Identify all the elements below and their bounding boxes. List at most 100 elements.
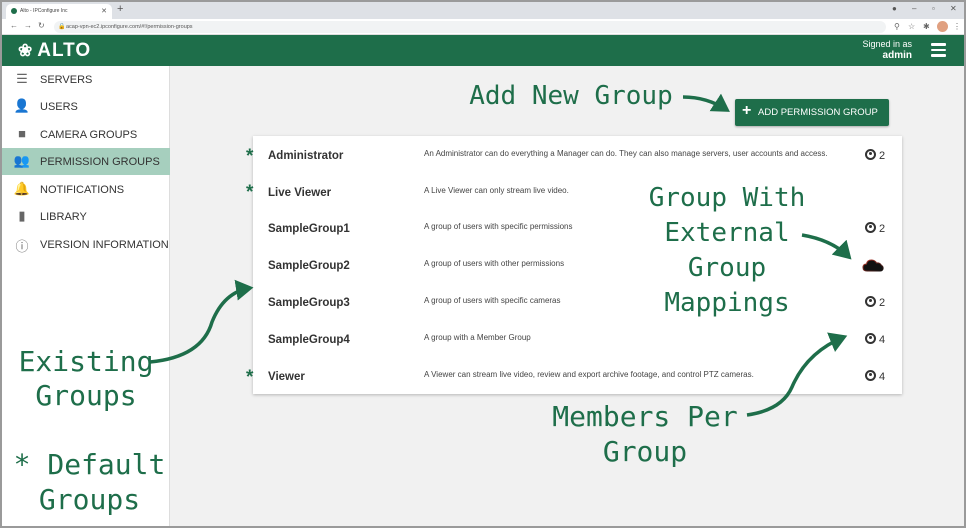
- members-icon: [865, 296, 876, 307]
- sidebar-item-label: LIBRARY: [40, 211, 87, 223]
- annotation-default-groups: * Default Groups: [12, 447, 167, 517]
- reload-icon[interactable]: ↻: [38, 21, 45, 30]
- group-name: SampleGroup1: [268, 223, 350, 235]
- browser-menu-icon[interactable]: ⋮: [953, 22, 961, 31]
- extension-icon[interactable]: ●: [892, 4, 897, 13]
- annotation-line: External: [664, 218, 790, 248]
- minimize-icon[interactable]: –: [912, 4, 916, 13]
- user-icon: 👤: [13, 98, 31, 113]
- sidebar-item-label: PERMISSION GROUPS: [40, 156, 160, 168]
- group-name: Live Viewer: [268, 187, 332, 199]
- group-description: A Viewer can stream live video, review a…: [424, 370, 754, 379]
- bookmark-star-icon[interactable]: ☆: [908, 22, 915, 31]
- group-name: Administrator: [268, 150, 344, 162]
- annotation-line: * Default: [13, 448, 166, 481]
- annotation-line: Groups: [35, 379, 137, 412]
- members-icon: [865, 222, 876, 233]
- tab-title: Alto - IPConfigure Inc: [20, 8, 68, 14]
- member-count: 2: [865, 222, 885, 235]
- hamburger-menu-icon[interactable]: [931, 43, 946, 57]
- group-name: SampleGroup3: [268, 297, 350, 309]
- group-name: Viewer: [268, 371, 305, 383]
- sidebar-item-label: USERS: [40, 101, 78, 113]
- member-count: 2: [865, 149, 885, 162]
- member-count: 4: [865, 333, 885, 346]
- screenshot-frame: Alto - IPConfigure Inc ✕ + ● – ▫ ✕ ← → ↻…: [0, 0, 966, 528]
- signed-in-label: Signed in as: [862, 39, 912, 49]
- forward-icon[interactable]: →: [24, 21, 32, 30]
- members-icon: [865, 370, 876, 381]
- window-close-icon[interactable]: ✕: [950, 4, 957, 13]
- url-text: acap-vpn-ec2.ipconfigure.com/#!/permissi…: [66, 24, 193, 30]
- group-name: SampleGroup2: [268, 260, 350, 272]
- alto-logo-icon: ❀: [18, 41, 34, 60]
- new-tab-icon[interactable]: +: [117, 3, 123, 15]
- member-count-value: 2: [879, 150, 886, 162]
- maximize-icon[interactable]: ▫: [932, 4, 935, 13]
- group-name: SampleGroup4: [268, 334, 350, 346]
- member-count-value: 4: [879, 371, 886, 383]
- browser-tab[interactable]: Alto - IPConfigure Inc ✕: [6, 4, 112, 19]
- annotation-external-mappings: Group With External Group Mappings: [632, 181, 822, 321]
- sidebar-item-library[interactable]: ▮ LIBRARY: [2, 203, 170, 230]
- group-icon: 👥: [13, 153, 31, 168]
- annotation-line: Group: [687, 253, 767, 283]
- extensions-icon[interactable]: ✱: [923, 22, 930, 31]
- sidebar-item-label: VERSION INFORMATION: [40, 239, 169, 251]
- add-permission-group-button[interactable]: + ADD PERMISSION GROUP: [735, 99, 889, 126]
- browser-tabbar: Alto - IPConfigure Inc ✕ + ● – ▫ ✕: [2, 2, 964, 19]
- add-permission-group-label: ADD PERMISSION GROUP: [758, 107, 878, 118]
- profile-avatar[interactable]: [937, 21, 948, 32]
- close-tab-icon[interactable]: ✕: [101, 7, 107, 15]
- url-input[interactable]: 🔒 acap-vpn-ec2.ipconfigure.com/#!/permis…: [54, 21, 886, 33]
- back-icon[interactable]: ←: [10, 21, 18, 30]
- members-icon: [865, 333, 876, 344]
- sidebar-item-label: CAMERA GROUPS: [40, 129, 138, 141]
- default-group-marker: *: [246, 182, 254, 203]
- annotation-line: Groups: [38, 483, 141, 516]
- group-description: An Administrator can do everything a Man…: [424, 149, 828, 158]
- sidebar-item-permission-groups[interactable]: 👥 PERMISSION GROUPS: [2, 148, 170, 175]
- default-group-marker: *: [246, 146, 254, 167]
- member-count: 2: [865, 296, 885, 309]
- annotation-line: Group: [602, 435, 688, 468]
- group-row-viewer[interactable]: Viewer A Viewer can stream live video, r…: [253, 358, 902, 395]
- sidebar-item-label: SERVERS: [40, 74, 93, 86]
- annotation-line: Members Per: [552, 400, 738, 433]
- group-row-samplegroup4[interactable]: SampleGroup4 A group with a Member Group…: [253, 321, 902, 358]
- sidebar-item-version-information[interactable]: ⓘ VERSION INFORMATION: [2, 231, 170, 258]
- camera-icon: ■: [18, 126, 26, 141]
- member-count-value: 4: [879, 334, 886, 346]
- logo-text: ALTO: [37, 40, 92, 61]
- annotation-line: Existing: [18, 345, 154, 378]
- arrow-add-new-group: [682, 93, 730, 112]
- annotation-add-new-group: Add New Group: [469, 81, 673, 111]
- bookmark-icon: ▮: [18, 208, 26, 223]
- app-header: ❀ ALTO Signed in as admin: [2, 35, 964, 66]
- alto-logo[interactable]: ❀ ALTO: [18, 40, 91, 62]
- members-icon: [865, 149, 876, 160]
- zoom-icon[interactable]: ⚲: [894, 22, 900, 31]
- servers-icon: ☰: [16, 71, 28, 86]
- group-description: A group with a Member Group: [424, 333, 531, 342]
- sidebar-item-notifications[interactable]: 🔔 NOTIFICATIONS: [2, 176, 170, 203]
- member-count: 4: [865, 370, 885, 383]
- lock-icon: 🔒: [58, 24, 66, 30]
- bell-icon: 🔔: [13, 181, 31, 196]
- annotation-line: Group With: [648, 183, 806, 213]
- annotation-members-per-group: Members Per Group: [545, 399, 745, 469]
- sidebar-item-label: NOTIFICATIONS: [40, 184, 125, 196]
- plus-icon: +: [742, 102, 752, 119]
- member-count-value: 2: [879, 297, 886, 309]
- sidebar-item-servers[interactable]: ☰ SERVERS: [2, 66, 170, 93]
- signed-in-user: admin: [882, 50, 912, 61]
- info-icon: ⓘ: [15, 239, 29, 254]
- signed-in-info: Signed in as admin: [832, 39, 912, 61]
- favicon-icon: [11, 8, 17, 14]
- sidebar-item-camera-groups[interactable]: ■ CAMERA GROUPS: [2, 121, 170, 148]
- group-row-administrator[interactable]: Administrator An Administrator can do ev…: [253, 137, 902, 174]
- sidebar-item-users[interactable]: 👤 USERS: [2, 93, 170, 120]
- cloud-icon: [862, 259, 884, 272]
- annotation-existing-groups: Existing Groups: [16, 345, 156, 413]
- annotation-line: Mappings: [664, 288, 790, 318]
